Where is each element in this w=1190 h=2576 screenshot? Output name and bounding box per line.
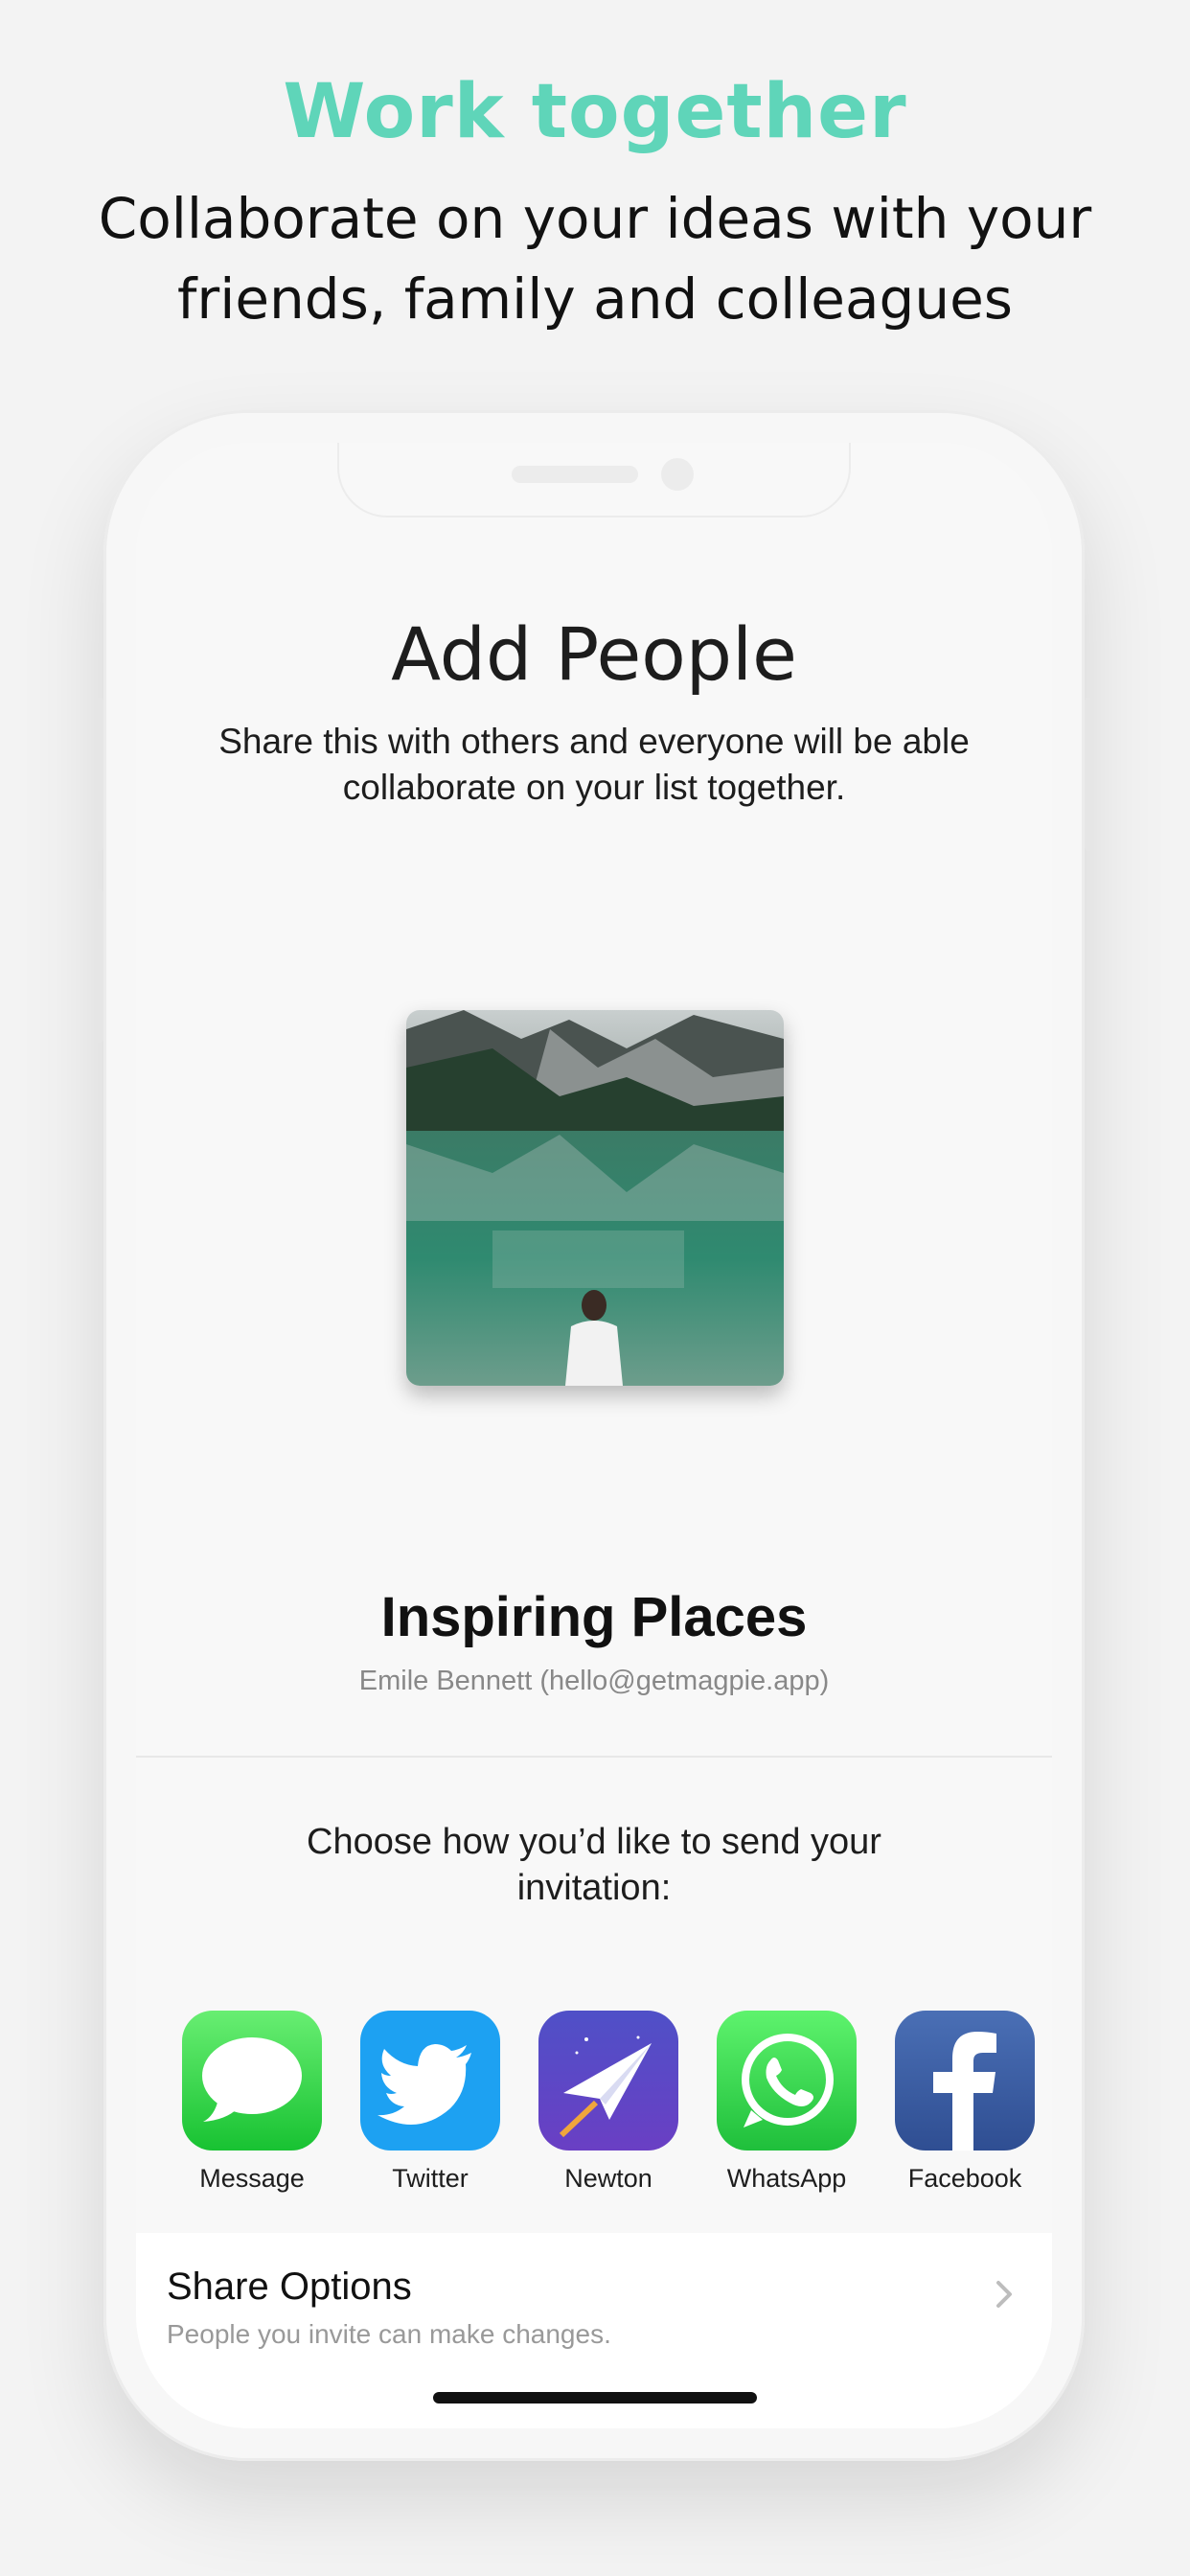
promo-subline: Collaborate on your ideas with your frie…	[98, 186, 1092, 332]
list-owner: Emile Bennett (hello@getmagpie.app)	[358, 1666, 830, 1696]
phone-frame: Add People Share this with others and ev…	[96, 410, 1092, 2461]
camera	[661, 458, 694, 491]
page-title: Add People	[391, 611, 797, 697]
share-options-title: Share Options	[167, 2266, 412, 2308]
promo-page: Work together Collaborate on your ideas …	[0, 0, 1190, 2576]
lake-photo	[406, 1010, 784, 1386]
chevron-right-icon	[996, 2281, 1012, 2308]
message-icon	[182, 2011, 322, 2150]
home-indicator[interactable]	[433, 2392, 757, 2404]
divider	[136, 1756, 1052, 1758]
share-options-row[interactable]: Share Options People you invite can make…	[136, 2233, 1052, 2428]
speaker	[512, 466, 638, 483]
list-cover-image	[406, 1010, 784, 1386]
share-whatsapp-button[interactable]: WhatsApp	[698, 2011, 876, 2194]
share-options-subtitle: People you invite can make changes.	[167, 2319, 611, 2349]
power-button	[1085, 698, 1092, 851]
list-title: Inspiring Places	[380, 1586, 808, 1648]
share-apps-row: Message Twitter Newton WhatsApp Facebook	[163, 2011, 1035, 2202]
volume-down-button	[96, 889, 103, 1043]
share-twitter-button[interactable]: Twitter	[341, 2011, 519, 2194]
app-label: Message	[199, 2164, 305, 2193]
facebook-icon	[895, 2011, 1035, 2150]
choose-send-method-text: Choose how you’d like to send your invit…	[307, 1822, 881, 1908]
share-newton-button[interactable]: Newton	[519, 2011, 698, 2194]
twitter-icon	[360, 2011, 500, 2150]
app-label: WhatsApp	[726, 2164, 847, 2193]
promo-headline: Work together	[283, 69, 907, 155]
newton-icon	[538, 2011, 678, 2150]
app-label: Twitter	[392, 2164, 469, 2193]
whatsapp-icon	[717, 2011, 857, 2150]
phone-screen: Add People Share this with others and ev…	[136, 443, 1052, 2428]
notch	[337, 443, 851, 518]
app-label: Newton	[564, 2164, 652, 2193]
app-label: Facebook	[907, 2164, 1022, 2193]
share-message-button[interactable]: Message	[163, 2011, 341, 2194]
page-description: Share this with others and everyone will…	[218, 722, 970, 807]
volume-up-button	[96, 698, 103, 851]
share-facebook-button[interactable]: Facebook	[876, 2011, 1052, 2194]
